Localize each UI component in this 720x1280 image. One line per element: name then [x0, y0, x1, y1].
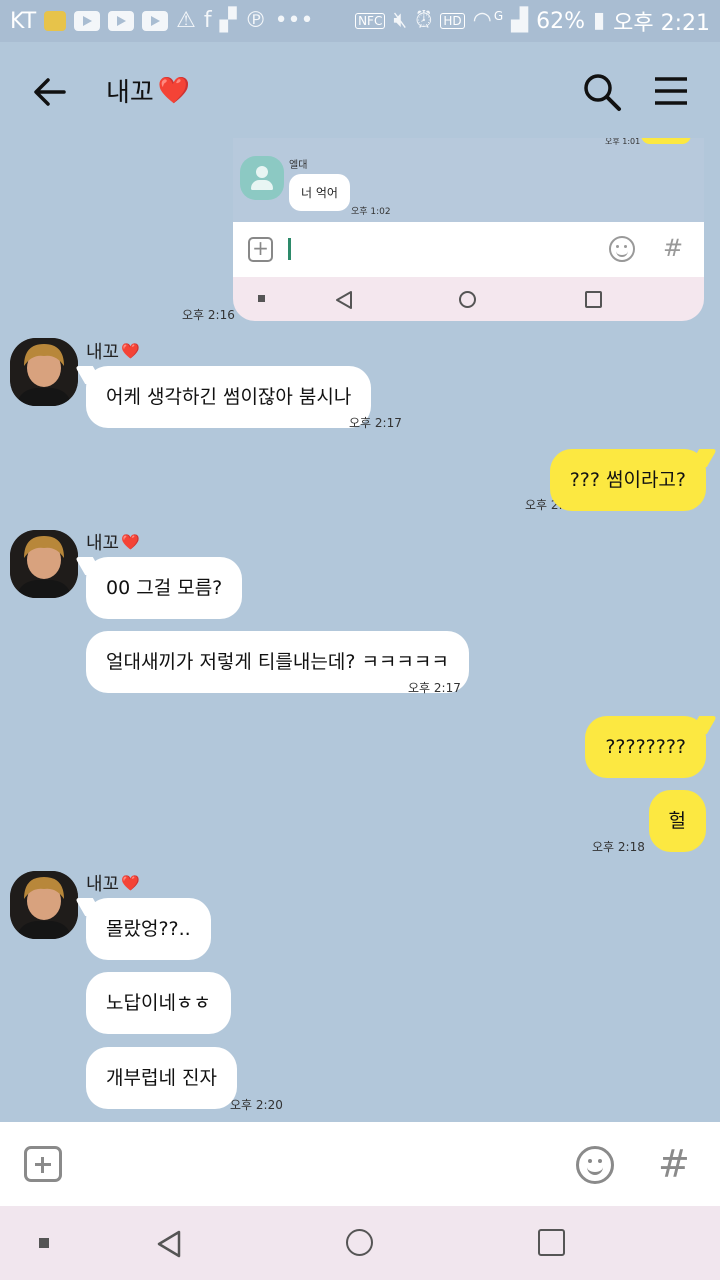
search-icon[interactable] [582, 72, 622, 112]
nfc-icon: NFC [355, 13, 386, 29]
home-circle-icon[interactable] [346, 1229, 373, 1256]
system-nav-bar [0, 1206, 720, 1280]
more-notifications-icon: ••• [274, 8, 314, 33]
battery-percent: 62% [536, 8, 585, 34]
smiley-icon[interactable] [576, 1146, 614, 1184]
embedded-overview-square-icon [585, 291, 602, 308]
friend-name: 내꼬 ❤️ [86, 870, 140, 896]
profile-photo-icon [10, 530, 78, 598]
friend-name-text: 내꼬 [86, 533, 120, 554]
friend-message-bubble[interactable]: 몰랐엉??.. [86, 898, 211, 960]
app-notification-icon: ▞ [219, 8, 237, 33]
hash-icon[interactable]: # [658, 1142, 690, 1186]
my-message-bubble[interactable]: ??? 썸이라고? [549, 449, 706, 511]
status-right: NFC 🔇︎ ⏰︎ HD ◠ G ▟ 62% ▮ 오후 2:21 [355, 5, 710, 37]
friend-name-text: 내꼬 [86, 342, 120, 363]
message-time: 오후 2:20 [230, 1098, 283, 1112]
heart-icon: ❤️ [121, 342, 140, 360]
heart-icon: ❤️ [121, 533, 140, 551]
status-bar: KT ⚠ f ▞ ℗ ••• NFC 🔇︎ ⏰︎ HD ◠ G ▟ 62% ▮ … [0, 0, 720, 42]
friend-avatar[interactable] [10, 338, 78, 406]
message-input-bar[interactable]: # [0, 1122, 720, 1206]
message-time: 오후 2:17 [349, 416, 402, 430]
shared-screenshot-image[interactable]: 오후 1:01 엘대 너 억어 오후 1:02 + # [233, 138, 704, 321]
chat-title-text: 내꼬 [106, 78, 154, 108]
facebook-icon: f [203, 8, 212, 33]
friend-message-bubble[interactable]: 개부럽네 진자 [86, 1047, 237, 1109]
embedded-text-cursor [288, 238, 291, 260]
signal-icon: ▟ [511, 8, 529, 33]
profile-photo-icon [10, 338, 78, 406]
friend-message-bubble[interactable]: 노답이네ㅎㅎ [86, 972, 231, 1034]
embedded-top-time: 오후 1:01 [605, 138, 641, 146]
heart-icon: ❤️ [157, 75, 191, 106]
my-message-bubble[interactable]: ???????? [585, 716, 706, 778]
embedded-back-triangle-icon [336, 291, 352, 309]
friend-message-bubble[interactable]: 00 그걸 모름? [86, 557, 243, 619]
profile-photo-icon [10, 871, 78, 939]
friend-name-text: 내꼬 [86, 874, 120, 895]
friend-message-bubble[interactable]: 어케 생각하긴 썸이잖아 붐시나 [86, 366, 372, 428]
wifi-icon: ◠ [472, 8, 492, 33]
mute-icon: 🔇︎ [393, 8, 408, 33]
message-time: 오후 2:18 [592, 840, 645, 854]
back-triangle-icon[interactable] [156, 1229, 182, 1259]
message-time: 오후 2:17 [408, 681, 461, 695]
alarm-icon: ⏰︎ [415, 8, 433, 33]
network-type-label: G [493, 9, 504, 23]
battery-icon: ▮ [593, 8, 606, 33]
hd-voice-icon: HD [440, 13, 465, 29]
embedded-sender-name: 엘대 [289, 160, 308, 171]
my-message-bubble[interactable]: 헐 [648, 790, 706, 852]
embedded-plus-icon: + [248, 237, 273, 262]
warning-icon: ⚠ [176, 8, 196, 33]
plus-icon[interactable] [24, 1146, 62, 1182]
embedded-default-avatar [240, 156, 284, 200]
embedded-hash-icon: # [663, 234, 684, 262]
chat-header: 내꼬 ❤️ [0, 42, 720, 140]
friend-name: 내꼬 ❤️ [86, 338, 140, 364]
embedded-message-time: 오후 1:02 [351, 207, 391, 217]
status-left: KT ⚠ f ▞ ℗ ••• [10, 9, 314, 34]
notification-cube-icon [44, 11, 67, 31]
menu-icon[interactable] [654, 76, 688, 106]
embedded-input-bar: + # [233, 222, 704, 277]
pinterest-icon: ℗ [244, 8, 267, 33]
heart-icon: ❤️ [121, 874, 140, 892]
embedded-my-bubble [641, 138, 691, 144]
youtube-icon [74, 11, 101, 31]
embedded-message-bubble: 너 억어 [289, 174, 350, 211]
back-arrow-icon[interactable] [30, 72, 70, 112]
message-time: 오후 2:16 [182, 308, 235, 322]
recent-dot-icon[interactable] [39, 1238, 49, 1248]
embedded-smiley-icon [609, 236, 635, 262]
chat-title: 내꼬 ❤️ [106, 72, 190, 109]
friend-avatar[interactable] [10, 871, 78, 939]
clock: 오후 2:21 [613, 11, 710, 36]
friend-name: 내꼬 ❤️ [86, 529, 140, 555]
friend-avatar[interactable] [10, 530, 78, 598]
embedded-nav-bar [233, 277, 704, 321]
youtube-icon [108, 11, 135, 31]
carrier-label: KT [10, 8, 37, 34]
embedded-recent-dot-icon [258, 295, 265, 302]
embedded-home-circle-icon [459, 291, 476, 308]
overview-square-icon[interactable] [538, 1229, 565, 1256]
youtube-icon [142, 11, 169, 31]
